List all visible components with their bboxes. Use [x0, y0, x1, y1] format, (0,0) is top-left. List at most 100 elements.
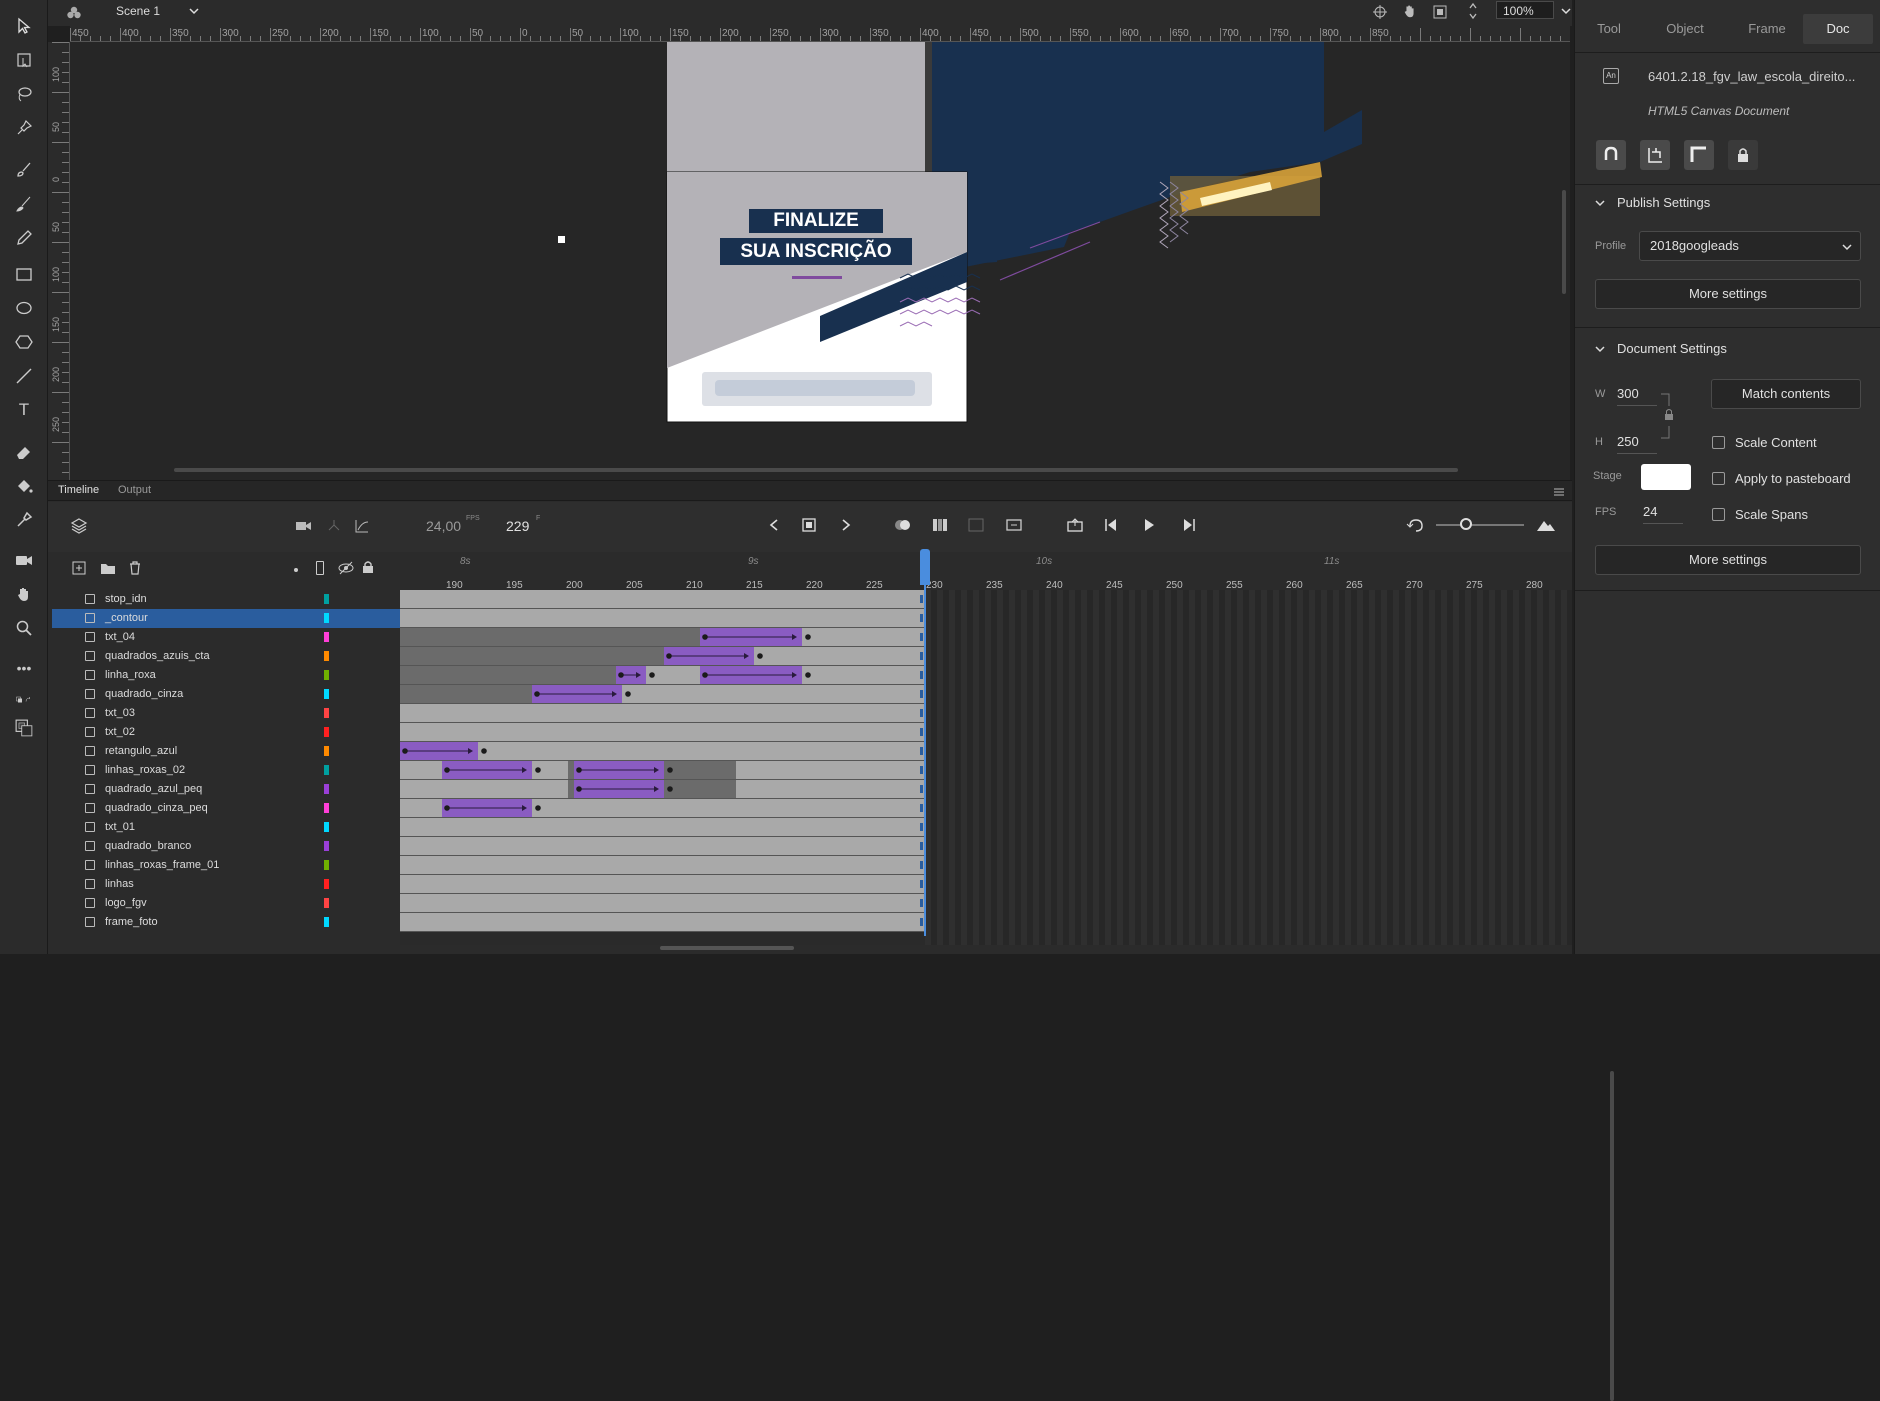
layer-row[interactable]: txt_04 [52, 628, 400, 647]
layer-color-swatch[interactable] [324, 803, 329, 813]
rectangle-tool-icon[interactable] [12, 262, 36, 286]
lock-icon[interactable] [1728, 140, 1758, 170]
scale-spans-checkbox[interactable] [1712, 508, 1725, 521]
layer-color-swatch[interactable] [324, 841, 329, 851]
layer-name[interactable]: txt_04 [105, 631, 135, 643]
stage-canvas[interactable]: FINALIZE SUA INSCRIÇÃO [70, 42, 1570, 480]
layer-name[interactable]: _contour [105, 612, 148, 624]
link-dimensions-lock-icon[interactable] [1659, 392, 1675, 443]
tab-output[interactable]: Output [118, 484, 151, 496]
layer-row[interactable]: quadrado_branco [52, 837, 400, 856]
next-keyframe-icon[interactable] [840, 518, 852, 535]
insert-blank-keyframe-icon[interactable] [1006, 518, 1022, 535]
layer-row[interactable]: txt_01 [52, 818, 400, 837]
show-hide-layers-icon[interactable] [338, 561, 354, 578]
subselection-tool-icon[interactable] [12, 48, 36, 72]
playhead-handle[interactable] [920, 549, 930, 585]
canvas-horizontal-scrollbar[interactable] [174, 468, 1458, 472]
layer-color-swatch[interactable] [324, 860, 329, 870]
layer-row[interactable]: txt_02 [52, 723, 400, 742]
panel-menu-icon[interactable] [1554, 487, 1564, 499]
match-contents-button[interactable]: Match contents [1711, 379, 1861, 409]
layer-name[interactable]: txt_02 [105, 726, 135, 738]
polystar-tool-icon[interactable] [12, 330, 36, 354]
tab-object[interactable]: Object [1643, 14, 1727, 44]
layer-name[interactable]: linhas_roxas_frame_01 [105, 859, 219, 871]
layer-color-swatch[interactable] [324, 917, 329, 927]
pin-tool-icon[interactable] [12, 116, 36, 140]
rulers-icon[interactable] [1684, 140, 1714, 170]
layer-row[interactable]: stop_idn [52, 590, 400, 609]
zoom-tool-icon[interactable] [12, 616, 36, 640]
layer-color-swatch[interactable] [324, 898, 329, 908]
loop-icon[interactable] [1066, 518, 1084, 535]
layer-row[interactable]: txt_03 [52, 704, 400, 723]
fps-input[interactable]: 24 [1643, 504, 1683, 524]
fill-stroke-color-icon[interactable] [8, 712, 40, 744]
snap-magnet-icon[interactable] [1596, 140, 1626, 170]
playhead[interactable] [920, 549, 930, 936]
tab-timeline[interactable]: Timeline [58, 484, 99, 496]
zoom-input[interactable]: 100% [1496, 1, 1554, 19]
current-frame[interactable]: 229 [506, 518, 529, 534]
fps-value[interactable]: 24,00 [426, 518, 461, 534]
stage-color-swatch[interactable] [1641, 464, 1691, 490]
layer-color-swatch[interactable] [324, 689, 329, 699]
layer-name[interactable]: retangulo_azul [105, 745, 177, 757]
layer-color-swatch[interactable] [324, 784, 329, 794]
layer-row[interactable]: quadrados_azuis_cta [52, 647, 400, 666]
zoom-stepper-icon[interactable] [1468, 1, 1478, 24]
profile-select[interactable]: 2018googleads [1639, 231, 1861, 261]
hand-tool-icon[interactable] [12, 582, 36, 606]
layer-name[interactable]: quadrado_cinza [105, 688, 183, 700]
layer-row[interactable]: linhas_roxas_frame_01 [52, 856, 400, 875]
chevron-down-icon[interactable] [1595, 344, 1605, 357]
layer-row[interactable]: quadrado_cinza [52, 685, 400, 704]
layer-color-swatch[interactable] [324, 879, 329, 889]
onion-skin-icon[interactable] [894, 518, 912, 535]
insert-keyframe-icon[interactable] [802, 518, 816, 535]
width-input[interactable]: 300 [1617, 386, 1657, 406]
height-input[interactable]: 250 [1617, 434, 1657, 454]
layer-row[interactable]: quadrado_cinza_peq [52, 799, 400, 818]
zoom-dropdown-chevron-icon[interactable] [1560, 6, 1572, 19]
chevron-down-icon[interactable] [188, 6, 200, 19]
swap-colors-icon[interactable] [6, 688, 42, 712]
layer-color-swatch[interactable] [324, 651, 329, 661]
layer-name[interactable]: txt_01 [105, 821, 135, 833]
line-tool-icon[interactable] [12, 364, 36, 388]
layer-name[interactable]: stop_idn [105, 593, 147, 605]
tab-frame[interactable]: Frame [1727, 14, 1807, 44]
lock-layers-icon[interactable] [362, 560, 374, 577]
scale-content-checkbox[interactable] [1712, 436, 1725, 449]
layer-name[interactable]: linhas_roxas_02 [105, 764, 185, 776]
step-forward-icon[interactable] [1182, 518, 1196, 535]
layer-name[interactable]: linhas [105, 878, 134, 890]
outline-layers-icon[interactable] [316, 561, 324, 575]
canvas-vertical-scrollbar[interactable] [1562, 190, 1566, 294]
oval-tool-icon[interactable] [12, 296, 36, 320]
tab-tool[interactable]: Tool [1575, 14, 1643, 44]
layer-color-swatch[interactable] [324, 594, 329, 604]
highlight-layers-icon[interactable] [294, 568, 298, 572]
layer-name[interactable]: linha_roxa [105, 669, 156, 681]
timeline-zoom-slider-thumb[interactable] [1460, 518, 1472, 530]
frame-ruler[interactable]: 8s 9s 10s 11s 190 195 200 205 210 215 220 225 230 235… [400, 552, 1572, 592]
apply-to-pasteboard-checkbox[interactable] [1712, 472, 1725, 485]
eraser-tool-icon[interactable] [12, 440, 36, 464]
layer-name[interactable]: logo_fgv [105, 897, 147, 909]
scene-name[interactable]: Scene 1 [116, 4, 160, 18]
layers-icon[interactable] [70, 517, 88, 538]
layer-color-swatch[interactable] [324, 746, 329, 756]
snap-to-stage-icon[interactable] [1372, 4, 1388, 23]
layer-name[interactable]: quadrado_cinza_peq [105, 802, 208, 814]
layer-row[interactable]: quadrado_azul_peq [52, 780, 400, 799]
clip-content-icon[interactable] [1432, 4, 1448, 23]
brush-tool-icon[interactable] [12, 192, 36, 216]
layer-name[interactable]: frame_foto [105, 916, 158, 928]
paint-bucket-tool-icon[interactable] [12, 474, 36, 498]
graph-icon[interactable] [354, 518, 370, 537]
lasso-tool-icon[interactable] [12, 82, 36, 106]
layer-name[interactable]: quadrados_azuis_cta [105, 650, 210, 662]
edit-multiple-frames-icon[interactable] [932, 518, 948, 535]
